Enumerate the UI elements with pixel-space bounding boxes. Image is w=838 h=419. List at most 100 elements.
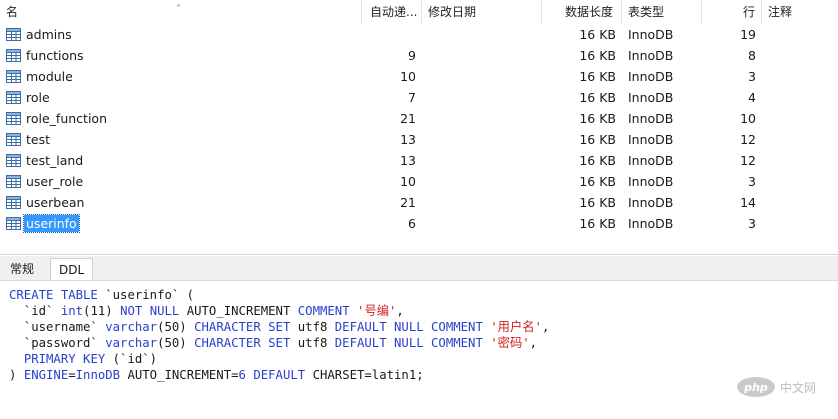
data-length-value: 16 KB bbox=[579, 48, 616, 63]
ddl-line: ) ENGINE=InnoDB AUTO_INCREMENT=6 DEFAULT… bbox=[9, 367, 424, 383]
sql-text: (50) bbox=[157, 320, 195, 334]
ddl-line: `password` varchar(50) CHARACTER SET utf… bbox=[9, 335, 537, 351]
table-row[interactable]: module 10 16 KB InnoDB 3 bbox=[0, 66, 838, 87]
data-length-value: 16 KB bbox=[579, 216, 616, 231]
rows-value: 19 bbox=[740, 27, 756, 42]
column-header-comment[interactable]: 注释 bbox=[762, 0, 838, 24]
table-type-value: InnoDB bbox=[628, 90, 674, 105]
column-header-auto-increment[interactable]: 自动递... bbox=[364, 0, 422, 24]
rows-value: 4 bbox=[748, 90, 756, 105]
table-row[interactable]: admins 16 KB InnoDB 19 bbox=[0, 24, 838, 45]
sql-text: (50) bbox=[157, 336, 195, 350]
rows-value: 10 bbox=[740, 111, 756, 126]
sql-keyword: PRIMARY KEY bbox=[23, 352, 106, 366]
table-name: role_function bbox=[26, 111, 107, 126]
auto-increment-value bbox=[364, 24, 416, 45]
table-name: userbean bbox=[26, 195, 85, 210]
table-type-value: InnoDB bbox=[628, 174, 674, 189]
auto-increment-value: 13 bbox=[400, 132, 416, 147]
table-name-cell[interactable]: userinfo bbox=[6, 213, 80, 234]
sql-keyword: CREATE TABLE bbox=[9, 288, 98, 302]
rows-value: 14 bbox=[740, 195, 756, 210]
rows-value: 12 bbox=[740, 153, 756, 168]
data-length-value: 16 KB bbox=[579, 153, 616, 168]
tab-ddl-label: DDL bbox=[59, 263, 85, 277]
table-row[interactable]: userinfo 6 16 KB InnoDB 3 bbox=[0, 213, 838, 234]
sql-text: utf8 bbox=[290, 336, 335, 350]
data-length-value: 16 KB bbox=[579, 27, 616, 42]
table-name-cell[interactable]: admins bbox=[6, 24, 74, 45]
sql-text: (`id`) bbox=[105, 352, 158, 366]
sql-text: = bbox=[68, 368, 76, 382]
column-header-rows-label: 行 bbox=[742, 5, 755, 19]
auto-increment-value: 7 bbox=[408, 90, 416, 105]
table-name: test bbox=[26, 132, 51, 147]
data-length-value: 16 KB bbox=[579, 195, 616, 210]
table-name-cell[interactable]: userbean bbox=[6, 192, 86, 213]
tab-ddl[interactable]: DDL bbox=[50, 258, 94, 280]
sql-string: '号编' bbox=[357, 304, 397, 318]
data-length-value: 16 KB bbox=[579, 174, 616, 189]
table-name-cell[interactable]: user_role bbox=[6, 171, 85, 192]
table-row[interactable]: role_function 21 16 KB InnoDB 10 bbox=[0, 108, 838, 129]
auto-increment-value: 10 bbox=[400, 69, 416, 84]
tab-general-label: 常规 bbox=[10, 262, 35, 276]
auto-increment-value: 6 bbox=[408, 216, 416, 231]
table-name-cell[interactable]: test_land bbox=[6, 150, 85, 171]
sql-keyword: ENGINE bbox=[23, 368, 69, 382]
ddl-line: CREATE TABLE `userinfo` ( bbox=[9, 287, 194, 303]
table-grid-icon bbox=[6, 154, 21, 167]
table-row[interactable]: test_land 13 16 KB InnoDB 12 bbox=[0, 150, 838, 171]
auto-increment-value: 21 bbox=[400, 111, 416, 126]
table-name: admins bbox=[26, 27, 72, 42]
column-header-table-type[interactable]: 表类型 bbox=[622, 0, 702, 24]
column-header-auto-increment-label: 自动递... bbox=[370, 5, 418, 19]
tab-general[interactable]: 常规 bbox=[2, 258, 42, 280]
ddl-line: `username` varchar(50) CHARACTER SET utf… bbox=[9, 319, 550, 335]
logo-text: php bbox=[743, 381, 768, 394]
table-list-header: 名 ˄ 自动递... 修改日期 数据长度 表类型 行 注释 bbox=[0, 0, 838, 24]
table-grid-icon bbox=[6, 70, 21, 83]
sql-keyword: varchar bbox=[105, 320, 158, 334]
table-row[interactable]: user_role 10 16 KB InnoDB 3 bbox=[0, 171, 838, 192]
column-header-comment-label: 注释 bbox=[768, 5, 793, 19]
column-header-rows[interactable]: 行 bbox=[702, 0, 762, 24]
ddl-line: PRIMARY KEY (`id`) bbox=[9, 351, 157, 367]
table-grid-icon bbox=[6, 133, 21, 146]
sql-text: `id` bbox=[9, 304, 61, 318]
column-header-data-length[interactable]: 数据长度 bbox=[542, 0, 622, 24]
table-type-value: InnoDB bbox=[628, 27, 674, 42]
ddl-line: `id` int(11) NOT NULL AUTO_INCREMENT COM… bbox=[9, 303, 404, 319]
column-header-name[interactable]: 名 ˄ bbox=[0, 0, 362, 24]
pane-divider[interactable] bbox=[0, 254, 838, 255]
rows-value: 12 bbox=[740, 132, 756, 147]
table-type-value: InnoDB bbox=[628, 132, 674, 147]
sql-keyword: COMMENT bbox=[297, 304, 350, 318]
table-name: test_land bbox=[26, 153, 84, 168]
sql-keyword: CHARACTER SET bbox=[194, 320, 291, 334]
column-header-data-length-label: 数据长度 bbox=[564, 5, 613, 19]
ddl-code-view[interactable]: CREATE TABLE `userinfo` ( `id` int(11) N… bbox=[0, 283, 838, 419]
table-name-cell[interactable]: role bbox=[6, 87, 52, 108]
sql-text: `username` bbox=[9, 320, 106, 334]
table-name-cell[interactable]: functions bbox=[6, 45, 86, 66]
table-name-cell[interactable]: role_function bbox=[6, 108, 109, 129]
table-grid-icon bbox=[6, 175, 21, 188]
table-type-value: InnoDB bbox=[628, 153, 674, 168]
table-type-value: InnoDB bbox=[628, 48, 674, 63]
table-row[interactable]: functions 9 16 KB InnoDB 8 bbox=[0, 45, 838, 66]
auto-increment-value: 21 bbox=[400, 195, 416, 210]
data-length-value: 16 KB bbox=[579, 69, 616, 84]
table-row[interactable]: test 13 16 KB InnoDB 12 bbox=[0, 129, 838, 150]
table-row[interactable]: role 7 16 KB InnoDB 4 bbox=[0, 87, 838, 108]
column-header-modified-date[interactable]: 修改日期 bbox=[422, 0, 542, 24]
sql-text: AUTO_INCREMENT= bbox=[120, 368, 239, 382]
php-logo-icon: php 中文网 bbox=[737, 377, 816, 397]
table-name-cell[interactable]: test bbox=[6, 129, 52, 150]
table-row[interactable]: userbean 21 16 KB InnoDB 14 bbox=[0, 192, 838, 213]
sort-caret-up-icon: ˄ bbox=[176, 4, 181, 15]
sql-keyword: CHARACTER SET bbox=[194, 336, 291, 350]
table-name-cell[interactable]: module bbox=[6, 66, 75, 87]
sql-text: , bbox=[541, 320, 550, 334]
